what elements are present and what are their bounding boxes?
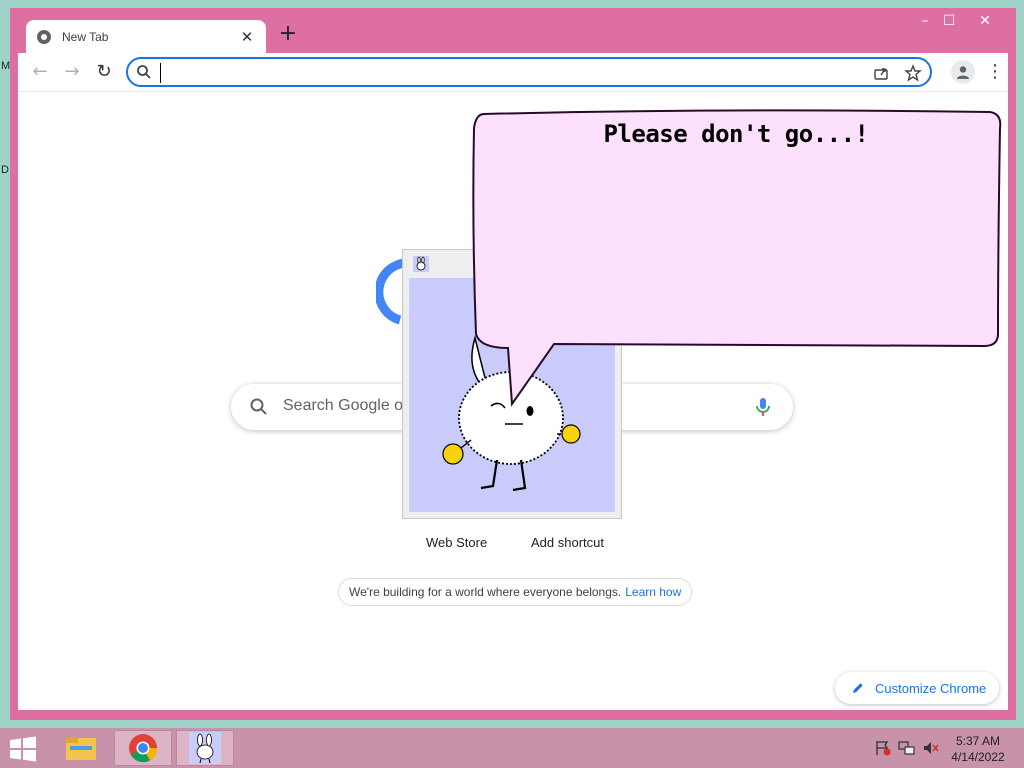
chrome-favicon-icon bbox=[37, 30, 51, 44]
address-bar[interactable] bbox=[126, 57, 932, 87]
windows-start-icon[interactable] bbox=[8, 736, 38, 762]
address-input[interactable] bbox=[160, 63, 850, 83]
bunny-mascot-icon bbox=[189, 732, 221, 764]
search-placeholder: Search Google or bbox=[283, 397, 409, 414]
tab-close-icon[interactable]: ✕ bbox=[238, 28, 256, 46]
shortcut-web-store[interactable]: Web Store bbox=[426, 535, 487, 550]
search-icon bbox=[250, 398, 267, 415]
taskbar-chrome[interactable] bbox=[114, 730, 172, 766]
volume-muted-icon[interactable] bbox=[922, 740, 940, 756]
desktop-label-m: M bbox=[1, 60, 11, 72]
bunny-mascot-icon bbox=[413, 256, 429, 272]
file-explorer-icon bbox=[66, 738, 96, 760]
person-icon bbox=[957, 66, 969, 79]
notice-text: We're building for a world where everyon… bbox=[349, 585, 622, 599]
new-tab-button[interactable]: + bbox=[276, 23, 300, 47]
browser-menu-button[interactable]: ⋮ bbox=[986, 60, 1004, 84]
shortcut-add[interactable]: Add shortcut bbox=[531, 535, 604, 550]
close-window-button[interactable]: ✕ bbox=[970, 10, 1000, 34]
taskbar: 5:37 AM 4/14/2022 bbox=[0, 728, 1024, 768]
taskbar-mascot-app[interactable] bbox=[176, 730, 234, 766]
network-icon[interactable] bbox=[898, 740, 916, 756]
browser-toolbar: ← → ↻ ⋮ bbox=[18, 53, 1008, 91]
bookmark-star-icon[interactable] bbox=[904, 64, 922, 82]
taskbar-clock[interactable]: 5:37 AM 4/14/2022 bbox=[948, 733, 1008, 765]
speech-bubble-text: Please don't go...! bbox=[603, 120, 869, 148]
clock-time: 5:37 AM bbox=[955, 734, 1001, 748]
desktop-label-d: D bbox=[1, 164, 9, 176]
taskbar-file-explorer[interactable] bbox=[52, 730, 110, 766]
tab-title: New Tab bbox=[62, 30, 109, 44]
tab-new-tab[interactable]: New Tab ✕ bbox=[26, 20, 266, 54]
search-icon bbox=[137, 65, 151, 79]
profile-avatar[interactable] bbox=[951, 60, 975, 84]
share-icon[interactable] bbox=[872, 64, 890, 82]
customize-chrome-label: Customize Chrome bbox=[875, 680, 987, 696]
inclusion-notice: We're building for a world where everyon… bbox=[338, 578, 693, 606]
flag-alert-icon[interactable] bbox=[874, 740, 892, 756]
speech-bubble bbox=[472, 109, 1002, 407]
customize-chrome-button[interactable]: Customize Chrome bbox=[835, 672, 999, 704]
maximize-button[interactable]: ☐ bbox=[934, 10, 964, 34]
reload-button[interactable]: ↻ bbox=[92, 60, 116, 84]
learn-how-link[interactable]: Learn how bbox=[625, 585, 681, 599]
chrome-icon bbox=[129, 734, 158, 763]
back-button[interactable]: ← bbox=[28, 60, 52, 84]
clock-date: 4/14/2022 bbox=[951, 750, 1005, 764]
forward-button[interactable]: → bbox=[60, 60, 84, 84]
pencil-icon bbox=[853, 683, 863, 693]
